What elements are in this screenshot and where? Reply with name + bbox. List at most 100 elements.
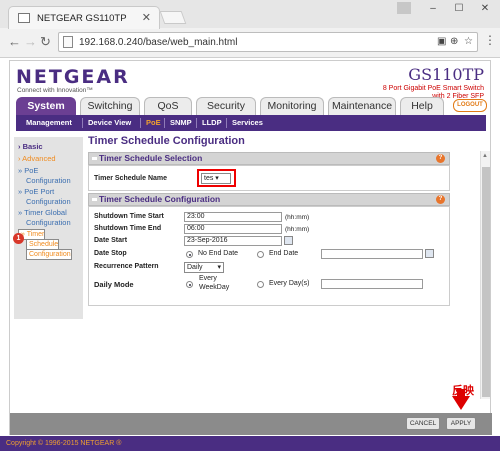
tab-monitoring[interactable]: Monitoring [260, 97, 324, 115]
highlight-box [197, 169, 236, 187]
subnav-separator [82, 118, 83, 128]
subnav-separator [226, 118, 227, 128]
logout-button[interactable]: LOGOUT [453, 99, 487, 112]
browser-tab[interactable]: NETGEAR GS110TP ✕ [8, 6, 160, 29]
scroll-up-icon[interactable]: ▲ [482, 153, 488, 159]
page-footer: Copyright © 1996-2015 NETGEAR ® [0, 436, 500, 451]
cast-icon[interactable]: ▣ [437, 36, 446, 47]
main-content: Timer Schedule Configuration Timer Sched… [88, 133, 450, 433]
every-days-radio[interactable] [257, 281, 264, 288]
reload-icon[interactable]: ↻ [40, 34, 51, 50]
tab-switching[interactable]: Switching [80, 97, 140, 115]
zoom-icon[interactable]: ⊕ [450, 36, 458, 47]
help-icon[interactable]: ? [436, 154, 445, 163]
minimize-button[interactable]: – [420, 0, 446, 18]
tab-qos[interactable]: QoS [144, 97, 192, 115]
nav-poe-config-2[interactable]: Configuration [26, 176, 71, 185]
tab-help[interactable]: Help [400, 97, 444, 115]
router-web-page: NETGEAR Connect with Innovation™ GS110TP… [9, 60, 492, 435]
every-days-label: Every Day(s) [269, 280, 310, 287]
config-section-header: Timer Schedule Configuration ? [88, 193, 450, 206]
subnav-separator [140, 118, 141, 128]
every-weekday-line2: WeekDay [199, 284, 230, 291]
selection-section-header: Timer Schedule Selection ? [88, 152, 450, 165]
shutdown-end-label: Shutdown Time End [94, 225, 162, 232]
page-title: Timer Schedule Configuration [88, 135, 245, 147]
nav-poe-port-1[interactable]: » PoE Port [18, 187, 54, 196]
new-tab-button[interactable] [159, 11, 187, 24]
subnav-separator [196, 118, 197, 128]
shutdown-start-unit: (hh:mm) [285, 214, 310, 221]
maximize-button[interactable]: ☐ [446, 0, 472, 18]
every-days-input[interactable] [321, 279, 423, 289]
arrow-down-head-icon [452, 396, 470, 410]
subnav-poe[interactable]: PoE [146, 118, 161, 127]
schedule-name-label: Timer Schedule Name [94, 175, 168, 182]
subnav-services[interactable]: Services [232, 118, 263, 127]
config-panel: Shutdown Time Start 23:00 (hh:mm) Shutdo… [88, 206, 450, 306]
cancel-button[interactable]: CANCEL [406, 417, 440, 430]
tab-title: NETGEAR GS110TP [37, 13, 127, 24]
tab-system[interactable]: System [16, 97, 76, 115]
sub-nav: Management Device View PoE SNMP LLDP Ser… [16, 115, 486, 131]
shutdown-end-unit: (hh:mm) [285, 226, 310, 233]
profile-icon[interactable] [397, 2, 411, 14]
browser-navbar: ← → ↻ 192.168.0.240/base/web_main.html ▣… [0, 28, 500, 58]
nav-timer-schedule-3[interactable]: Configuration [26, 249, 72, 260]
main-tabs: System Switching QoS Security Monitoring… [16, 97, 487, 115]
subnav-lldp[interactable]: LLDP [202, 118, 222, 127]
content-scrollbar[interactable]: ▲ [480, 151, 490, 399]
help-icon[interactable]: ? [436, 195, 445, 204]
tab-close-icon[interactable]: ✕ [142, 11, 151, 24]
end-date-radio[interactable] [257, 251, 264, 258]
no-end-date-radio[interactable] [186, 251, 193, 258]
nav-advanced[interactable]: › Advanced [18, 154, 56, 163]
date-start-input[interactable]: 23-Sep-2016 [184, 236, 282, 246]
selection-panel: Timer Schedule Name tes ▾ [88, 165, 450, 191]
nav-timer-global-1[interactable]: » Timer Global [18, 208, 67, 217]
tab-security[interactable]: Security [196, 97, 256, 115]
model-desc-line1: 8 Port Gigabit PoE Smart Switch [382, 85, 484, 92]
subnav-separator [164, 118, 165, 128]
calendar-icon[interactable] [425, 249, 434, 258]
subnav-device-view[interactable]: Device View [88, 118, 131, 127]
browser-chrome: NETGEAR GS110TP ✕ – ☐ ✕ ← → ↻ 192.168.0.… [0, 0, 500, 58]
calendar-icon[interactable] [284, 236, 293, 245]
scroll-thumb[interactable] [482, 167, 490, 397]
subnav-snmp[interactable]: SNMP [170, 118, 192, 127]
daily-mode-label: Daily Mode [94, 280, 134, 289]
collapse-icon[interactable] [92, 157, 97, 160]
netgear-logo: NETGEAR [16, 66, 130, 88]
bookmark-star-icon[interactable]: ☆ [464, 36, 473, 47]
every-weekday-label: Every WeekDay [199, 274, 229, 292]
address-bar[interactable]: 192.168.0.240/base/web_main.html ▣ ⊕ ☆ [58, 32, 478, 52]
apply-button[interactable]: APPLY [446, 417, 476, 430]
collapse-icon[interactable] [92, 198, 97, 201]
every-weekday-line1: Every [199, 275, 217, 282]
tab-maintenance[interactable]: Maintenance [328, 97, 396, 115]
nav-poe-port-2[interactable]: Configuration [26, 197, 71, 206]
url-text[interactable]: 192.168.0.240/base/web_main.html [79, 37, 237, 48]
nav-basic[interactable]: › Basic [18, 142, 43, 151]
window-close-button[interactable]: ✕ [472, 0, 498, 18]
action-bar: CANCEL APPLY [10, 413, 492, 435]
subnav-management[interactable]: Management [26, 118, 72, 127]
nav-timer-global-2[interactable]: Configuration [26, 218, 71, 227]
config-header-text: Timer Schedule Configuration [99, 194, 221, 204]
forward-arrow-icon[interactable]: → [24, 34, 37, 49]
shutdown-start-input[interactable]: 23:00 [184, 212, 282, 222]
shutdown-end-input[interactable]: 06:00 [184, 224, 282, 234]
recurrence-select[interactable]: Daily ▾ [184, 262, 224, 273]
model-name: GS110TP [408, 65, 484, 84]
end-date-input[interactable] [321, 249, 423, 259]
no-end-date-label: No End Date [198, 250, 239, 257]
browser-menu-icon[interactable]: ⋮ [484, 33, 496, 47]
nav-poe-config-1[interactable]: » PoE [18, 166, 38, 175]
back-arrow-icon[interactable]: ← [8, 34, 21, 49]
every-weekday-radio[interactable] [186, 281, 193, 288]
tagline: Connect with Innovation™ [17, 87, 93, 94]
date-stop-label: Date Stop [94, 250, 127, 257]
end-date-label: End Date [269, 250, 299, 257]
step-marker-badge: 1 [13, 233, 24, 244]
selection-header-text: Timer Schedule Selection [99, 153, 203, 163]
